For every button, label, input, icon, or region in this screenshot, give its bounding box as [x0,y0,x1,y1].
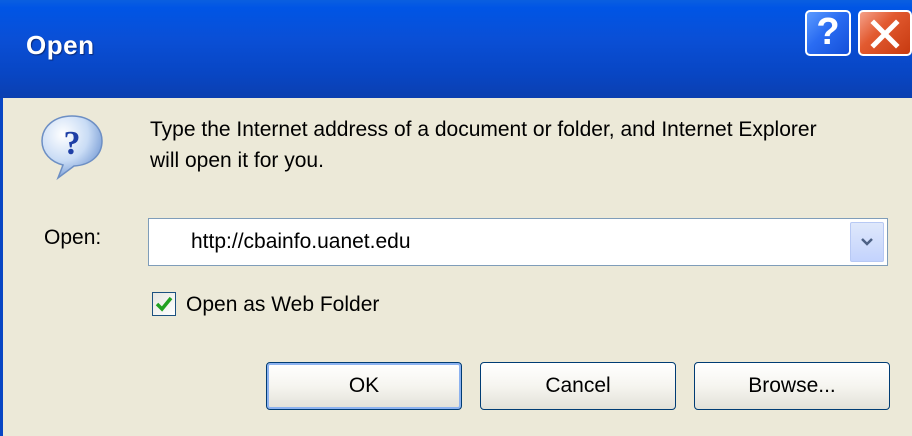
instruction-text: Type the Internet address of a document … [150,118,817,172]
web-folder-label[interactable]: Open as Web Folder [186,293,379,317]
help-icon: ? [816,11,840,53]
ok-button[interactable]: OK [266,362,462,410]
svg-text:?: ? [64,125,81,162]
title-bar[interactable]: Open ? [0,0,912,98]
question-bubble-icon: ? [41,115,103,181]
browse-button[interactable]: Browse... [694,362,890,410]
open-label: Open: [44,226,102,249]
help-button[interactable]: ? [805,10,851,56]
chevron-down-icon [861,238,873,246]
close-button[interactable] [858,10,912,56]
web-folder-checkbox[interactable] [152,292,176,316]
checkmark-icon [155,296,173,312]
address-combobox[interactable]: http://cbainfo.uanet.edu [148,218,888,266]
window-title: Open [26,30,95,60]
dropdown-button[interactable] [850,222,884,262]
address-input[interactable]: http://cbainfo.uanet.edu [191,230,411,254]
cancel-button[interactable]: Cancel [480,362,676,410]
close-icon [870,19,900,49]
